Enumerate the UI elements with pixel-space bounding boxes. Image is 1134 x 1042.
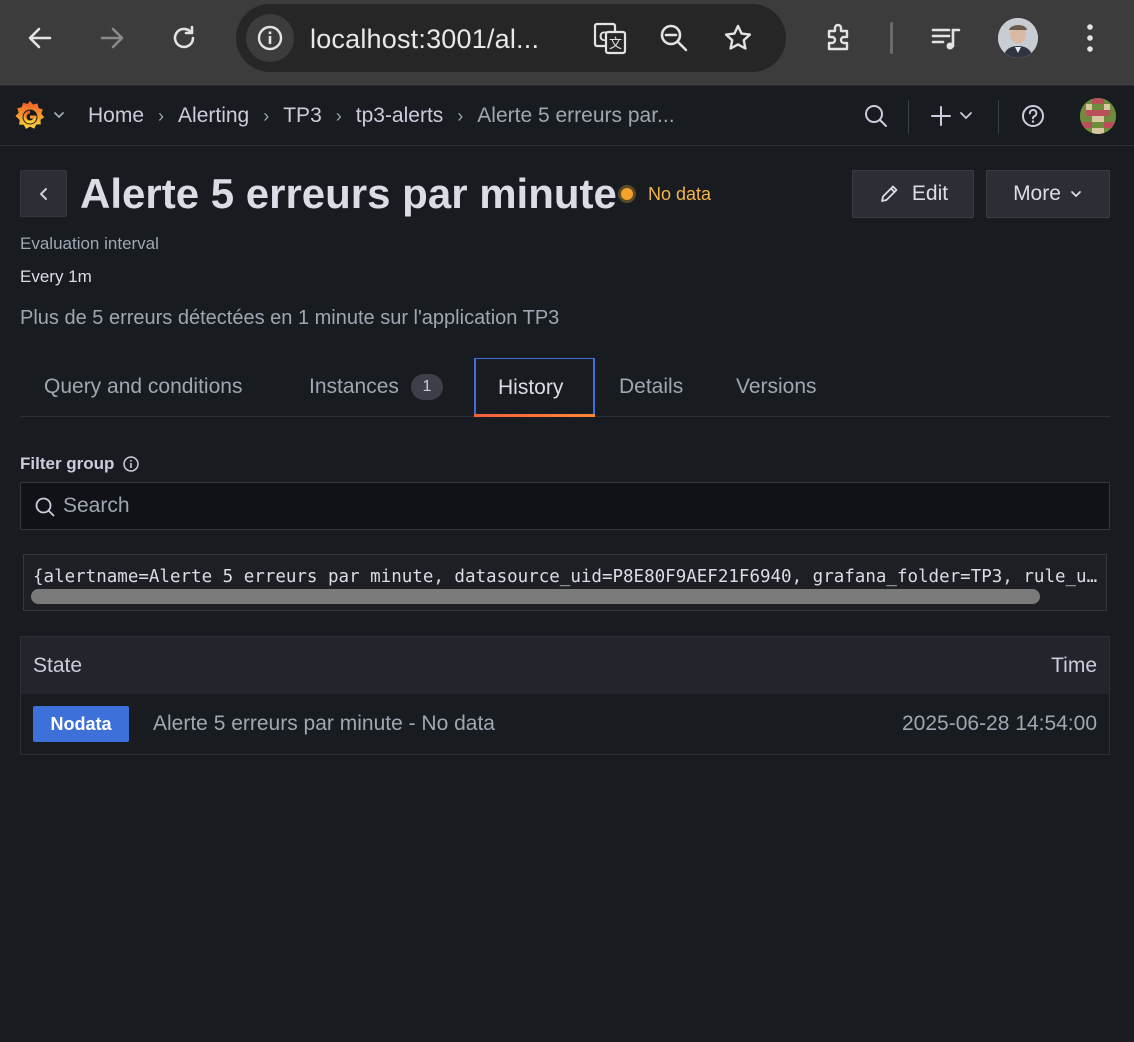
tab-label: Details xyxy=(619,375,684,398)
breadcrumb-separator-icon: › xyxy=(158,105,165,126)
browser-toolbar: localhost:3001/al... G文 xyxy=(0,0,1134,86)
row-time: 2025-06-28 14:54:00 xyxy=(902,712,1097,735)
breadcrumb-home[interactable]: Home xyxy=(88,104,144,128)
tab-query-and-conditions[interactable]: Query and conditions xyxy=(20,358,266,416)
add-new-icon[interactable] xyxy=(928,98,976,134)
eval-interval-label: Evaluation interval xyxy=(20,234,159,253)
tab-versions[interactable]: Versions xyxy=(712,358,841,416)
chevron-down-icon xyxy=(1071,191,1081,198)
tab-history[interactable]: History xyxy=(474,358,595,417)
bookmark-star-icon[interactable] xyxy=(718,18,758,58)
state-indicator-icon xyxy=(618,185,636,203)
column-header-state[interactable]: State xyxy=(33,654,82,678)
extensions-icon[interactable] xyxy=(815,14,863,62)
history-table: State Time Nodata Alerte 5 erreurs par m… xyxy=(20,636,1110,755)
search-icon xyxy=(35,497,55,517)
filter-group-text: Filter group xyxy=(20,454,115,473)
tab-label: Instances xyxy=(309,375,399,398)
instance-labels-box: {alertname=Alerte 5 erreurs par minute, … xyxy=(23,554,1107,611)
back-button[interactable] xyxy=(20,170,67,217)
browser-menu-icon[interactable] xyxy=(1066,14,1114,62)
table-row[interactable]: Nodata Alerte 5 erreurs par minute - No … xyxy=(21,694,1109,754)
tab-instances[interactable]: Instances 1 xyxy=(285,358,467,416)
breadcrumb-current: Alerte 5 erreurs par... xyxy=(477,104,675,127)
forward-arrow-icon[interactable] xyxy=(88,14,136,62)
table-header: State Time xyxy=(21,637,1109,694)
tab-label: History xyxy=(498,375,564,399)
back-arrow-icon[interactable] xyxy=(16,14,64,62)
topbar-divider xyxy=(998,100,999,134)
tab-label: Query and conditions xyxy=(44,375,243,398)
instances-count-badge: 1 xyxy=(410,374,443,400)
info-icon[interactable] xyxy=(122,455,140,473)
breadcrumb-group[interactable]: tp3-alerts xyxy=(356,104,444,128)
grafana-logo-icon[interactable] xyxy=(12,98,48,134)
eval-interval-value: Every 1m xyxy=(20,267,92,286)
rule-state: No data xyxy=(648,184,712,204)
search-input[interactable] xyxy=(63,483,1063,529)
breadcrumb: Home › Alerting › TP3 › tp3-alerts › Ale… xyxy=(88,104,675,128)
toolbar-divider xyxy=(890,22,893,54)
edit-button[interactable]: Edit xyxy=(852,170,974,218)
breadcrumb-alerting[interactable]: Alerting xyxy=(178,104,249,128)
breadcrumb-folder[interactable]: TP3 xyxy=(283,104,322,128)
search-field[interactable] xyxy=(20,482,1110,530)
tab-label: Versions xyxy=(736,375,817,398)
address-bar[interactable]: localhost:3001/al... G文 xyxy=(236,4,786,72)
reload-icon[interactable] xyxy=(160,14,208,62)
more-button-label: More xyxy=(1013,182,1061,205)
instance-labels-text: {alertname=Alerte 5 erreurs par minute, … xyxy=(33,567,1103,587)
media-control-icon[interactable] xyxy=(922,14,970,62)
topbar-divider xyxy=(908,100,909,134)
breadcrumb-separator-icon: › xyxy=(335,105,342,126)
horizontal-scrollbar[interactable] xyxy=(31,589,1040,604)
row-text: Alerte 5 erreurs par minute - No data xyxy=(153,712,495,735)
profile-avatar[interactable] xyxy=(998,18,1038,58)
breadcrumb-separator-icon: › xyxy=(263,105,270,126)
pencil-icon xyxy=(881,185,898,202)
chevron-down-icon[interactable] xyxy=(52,108,66,127)
chevron-left-icon xyxy=(39,187,47,200)
tab-details[interactable]: Details xyxy=(595,358,707,416)
translate-icon[interactable]: G文 xyxy=(590,18,630,58)
url-text[interactable]: localhost:3001/al... xyxy=(310,24,539,55)
grafana-topbar: Home › Alerting › TP3 › tp3-alerts › Ale… xyxy=(0,86,1134,146)
column-header-time[interactable]: Time xyxy=(1051,654,1097,678)
more-button[interactable]: More xyxy=(986,170,1110,218)
state-badge: Nodata xyxy=(33,706,129,742)
rule-description: Plus de 5 erreurs détectées en 1 minute … xyxy=(20,307,560,329)
user-avatar[interactable] xyxy=(1080,98,1116,134)
search-icon[interactable] xyxy=(860,98,892,134)
help-icon[interactable] xyxy=(1018,98,1048,134)
zoom-out-icon[interactable] xyxy=(654,18,694,58)
site-info-icon[interactable] xyxy=(246,14,294,62)
tab-bar: Query and conditions Instances 1 History… xyxy=(20,358,1110,417)
svg-text:文: 文 xyxy=(609,37,622,52)
filter-group-label: Filter group xyxy=(20,454,140,474)
breadcrumb-separator-icon: › xyxy=(457,105,464,126)
edit-button-label: Edit xyxy=(911,182,949,205)
page-title: Alerte 5 erreurs par minute xyxy=(80,170,617,217)
